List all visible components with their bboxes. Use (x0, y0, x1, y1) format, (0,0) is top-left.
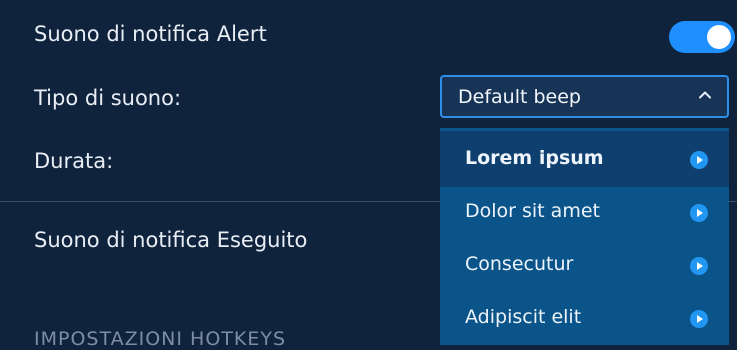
chevron-up-icon (699, 91, 711, 99)
play-circle-icon[interactable] (690, 151, 708, 169)
dropdown-option[interactable]: Dolor sit amet (440, 184, 729, 240)
dropdown-option-label: Adipiscit elit (465, 306, 582, 328)
notification-settings-panel: Suono di notifica Alert Tipo di suono: D… (0, 0, 737, 350)
sound-type-value: Default beep (458, 86, 581, 108)
dropdown-option-label: Consecutur (465, 253, 574, 275)
play-circle-icon[interactable] (690, 204, 708, 222)
alert-sound-toggle[interactable] (669, 21, 735, 53)
sound-type-select[interactable]: Default beep (440, 75, 729, 118)
sound-type-label: Tipo di suono: (34, 86, 182, 110)
dropdown-option-label: Dolor sit amet (465, 200, 600, 222)
executed-sound-label: Suono di notifica Eseguito (34, 228, 308, 252)
dropdown-option[interactable]: Lorem ipsum (440, 131, 729, 187)
dropdown-option[interactable]: Consecutur (440, 237, 729, 293)
sound-type-dropdown: Lorem ipsum Dolor sit amet Consecutur Ad… (440, 128, 729, 345)
play-circle-icon[interactable] (690, 257, 708, 275)
alert-sound-label: Suono di notifica Alert (34, 22, 267, 46)
play-circle-icon[interactable] (690, 310, 708, 328)
hotkeys-section-header: IMPOSTAZIONI HOTKEYS (34, 328, 287, 350)
duration-label: Durata: (34, 149, 114, 173)
toggle-knob (707, 25, 731, 49)
dropdown-option-label: Lorem ipsum (465, 147, 604, 169)
dropdown-option[interactable]: Adipiscit elit (440, 290, 729, 346)
